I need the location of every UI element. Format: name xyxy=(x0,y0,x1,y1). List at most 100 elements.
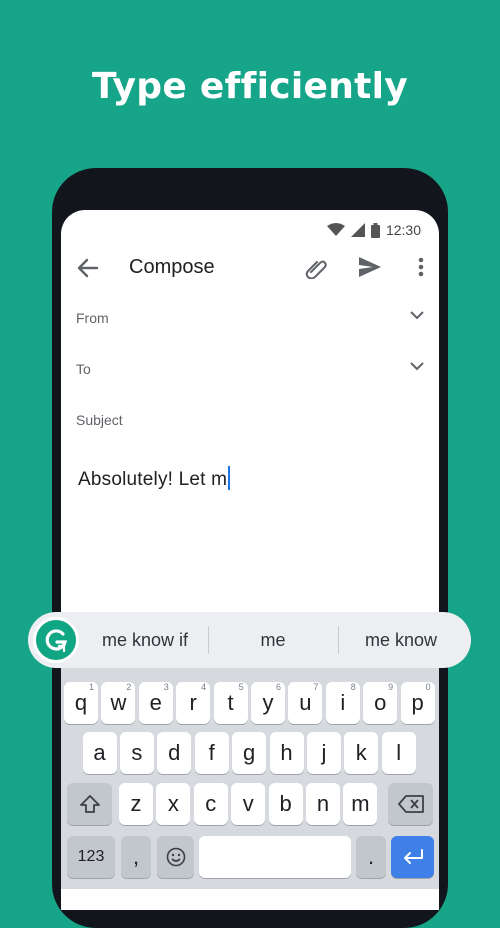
signal-icon xyxy=(350,223,365,237)
chevron-down-icon[interactable] xyxy=(410,310,424,320)
shift-key[interactable] xyxy=(67,783,112,825)
key-label: e xyxy=(149,690,162,715)
key-r[interactable]: r4 xyxy=(176,682,211,724)
key-b[interactable]: b xyxy=(268,783,303,825)
app-bar: Compose xyxy=(61,246,439,290)
key-x[interactable]: x xyxy=(156,783,191,825)
comma-key[interactable]: , xyxy=(121,836,151,878)
key-hint-number: 0 xyxy=(425,682,431,692)
key-label: f xyxy=(208,740,215,765)
space-key[interactable] xyxy=(199,836,351,878)
key-w[interactable]: w2 xyxy=(101,682,136,724)
send-icon[interactable] xyxy=(357,255,383,279)
emoji-key[interactable] xyxy=(157,836,194,878)
key-label: o xyxy=(374,690,387,715)
suggestion-2[interactable]: me xyxy=(209,612,337,668)
key-f[interactable]: f xyxy=(194,732,229,774)
battery-icon xyxy=(370,222,380,238)
key-l[interactable]: l xyxy=(381,732,416,774)
key-v[interactable]: v xyxy=(231,783,266,825)
text-cursor xyxy=(228,466,231,490)
key-label: u xyxy=(299,690,312,715)
to-label: To xyxy=(76,361,91,377)
status-bar: 12:30 xyxy=(326,220,421,240)
key-g[interactable]: g xyxy=(232,732,267,774)
subject-field[interactable]: Subject xyxy=(76,406,426,436)
suggestion-3[interactable]: me know xyxy=(339,612,463,668)
keyboard: 123 , . q1w2e3r4t5y6u7i8o9p0asdfghjklzxc… xyxy=(61,668,439,889)
key-label: d xyxy=(168,740,181,765)
wifi-icon xyxy=(326,223,345,236)
key-label: v xyxy=(242,791,254,816)
message-text: Absolutely! Let m xyxy=(78,469,228,490)
key-o[interactable]: o9 xyxy=(363,682,398,724)
key-p[interactable]: p0 xyxy=(400,682,435,724)
key-c[interactable]: c xyxy=(193,783,228,825)
shift-icon xyxy=(79,795,100,813)
key-t[interactable]: t5 xyxy=(213,682,248,724)
key-hint-number: 5 xyxy=(238,682,244,692)
key-label: i xyxy=(340,690,346,715)
message-body[interactable]: Absolutely! Let m xyxy=(78,466,231,491)
chevron-down-icon[interactable] xyxy=(410,361,424,371)
key-hint-number: 7 xyxy=(313,682,319,692)
enter-icon xyxy=(403,849,423,864)
key-j[interactable]: j xyxy=(306,732,341,774)
key-m[interactable]: m xyxy=(343,783,378,825)
key-label: p xyxy=(411,690,424,715)
key-hint-number: 4 xyxy=(201,682,207,692)
key-k[interactable]: k xyxy=(344,732,379,774)
backspace-key[interactable] xyxy=(388,783,433,825)
key-u[interactable]: u7 xyxy=(288,682,323,724)
key-y[interactable]: y6 xyxy=(251,682,285,724)
key-hint-number: 6 xyxy=(275,682,281,692)
numbers-key[interactable]: 123 xyxy=(67,836,115,878)
key-hint-number: 9 xyxy=(388,682,394,692)
smiley-icon xyxy=(166,847,185,867)
key-label: w xyxy=(110,690,127,715)
key-a[interactable]: a xyxy=(82,732,117,774)
key-label: y xyxy=(262,690,274,715)
key-label: j xyxy=(321,740,327,765)
key-hint-number: 1 xyxy=(88,682,94,692)
key-label: s xyxy=(131,740,143,765)
key-label: l xyxy=(396,740,402,765)
screen-title: Compose xyxy=(129,256,215,278)
key-label: n xyxy=(316,791,330,816)
key-label: g xyxy=(242,740,256,765)
key-s[interactable]: s xyxy=(119,732,154,774)
key-label: z xyxy=(130,791,142,816)
key-label: x xyxy=(167,791,179,816)
enter-key[interactable] xyxy=(391,836,434,878)
key-e[interactable]: e3 xyxy=(138,682,173,724)
key-hint-number: 2 xyxy=(126,682,132,692)
grammarly-logo-icon[interactable] xyxy=(33,617,79,663)
key-h[interactable]: h xyxy=(269,732,304,774)
headline: Type efficiently xyxy=(91,66,409,107)
key-label: a xyxy=(93,740,106,765)
back-arrow-icon[interactable] xyxy=(75,256,101,280)
from-label: From xyxy=(76,310,109,326)
key-label: c xyxy=(205,791,217,816)
suggestion-1[interactable]: me know if xyxy=(85,612,205,668)
key-d[interactable]: d xyxy=(157,732,192,774)
key-label: k xyxy=(355,740,367,765)
more-vert-icon[interactable] xyxy=(411,254,431,280)
key-z[interactable]: z xyxy=(119,783,153,825)
key-label: q xyxy=(74,690,88,715)
period-key[interactable]: . xyxy=(356,836,386,878)
to-field[interactable]: To xyxy=(76,355,426,385)
key-label: t xyxy=(227,690,234,715)
key-q[interactable]: q1 xyxy=(64,682,98,724)
key-hint-number: 8 xyxy=(350,682,356,692)
backspace-icon xyxy=(397,795,424,813)
key-n[interactable]: n xyxy=(306,783,340,825)
status-time: 12:30 xyxy=(385,222,421,238)
subject-label: Subject xyxy=(76,412,123,428)
from-field[interactable]: From xyxy=(76,304,426,334)
key-label: r xyxy=(189,690,197,715)
key-hint-number: 3 xyxy=(163,682,169,692)
key-i[interactable]: i8 xyxy=(325,682,360,724)
attach-icon[interactable] xyxy=(304,257,328,279)
suggestion-bar: me know if me me know xyxy=(28,612,471,668)
